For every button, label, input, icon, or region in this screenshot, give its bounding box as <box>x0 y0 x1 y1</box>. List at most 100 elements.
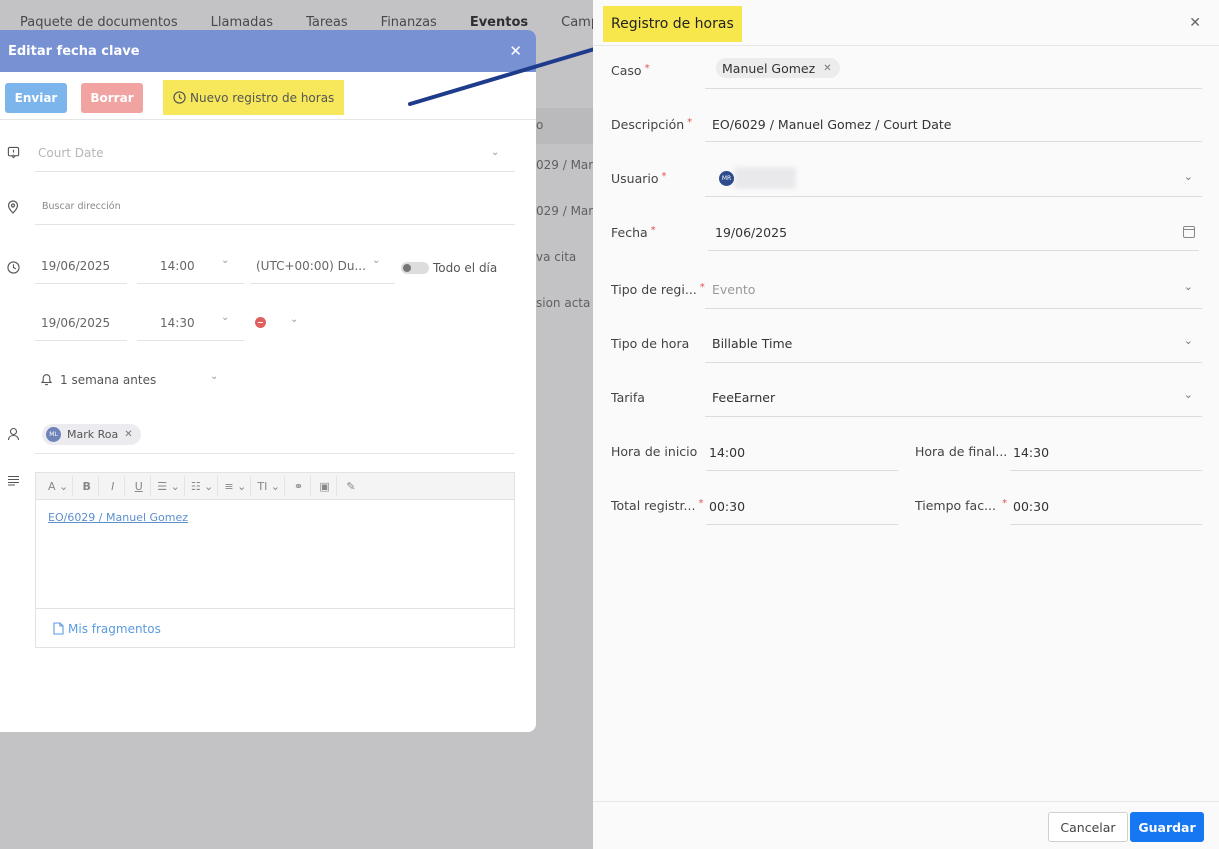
field-underline <box>137 283 244 284</box>
cancel-button[interactable]: Cancelar <box>1048 812 1128 842</box>
eraser-icon[interactable]: ✎ <box>339 476 363 496</box>
snippets-label: Mis fragmentos <box>68 621 161 636</box>
field-underline <box>705 416 1202 417</box>
text-align-icon <box>5 472 21 488</box>
reminder-select[interactable]: 1 semana antes <box>60 373 156 387</box>
panel-title: Registro de horas <box>603 6 742 42</box>
field-underline <box>250 283 395 284</box>
date-input[interactable]: 19/06/2025 <box>715 225 787 240</box>
field-underline <box>35 171 515 172</box>
chevron-down-icon[interactable]: ⌄ <box>372 255 380 266</box>
calendar-icon[interactable] <box>1183 226 1195 238</box>
field-underline <box>706 470 898 471</box>
attendee-name: Mark Roa <box>67 428 119 441</box>
save-button[interactable]: Guardar <box>1130 812 1204 842</box>
panel-footer: Cancelar Guardar <box>593 801 1219 849</box>
field-underline <box>705 141 1202 142</box>
close-icon[interactable]: ✕ <box>823 63 831 74</box>
all-day-toggle[interactable] <box>401 262 429 274</box>
description-label: Descripción * <box>611 117 693 132</box>
timezone-select[interactable]: (UTC+00:00) Du... <box>256 259 366 273</box>
chevron-down-icon[interactable]: ⌄ <box>290 314 298 325</box>
start-date-input[interactable]: 19/06/2025 <box>41 259 110 273</box>
end-hour-input[interactable]: 14:30 <box>1013 445 1049 460</box>
delete-button[interactable]: Borrar <box>81 82 143 113</box>
bold-button[interactable]: B <box>75 476 100 496</box>
chevron-down-icon[interactable]: ⌄ <box>221 255 229 266</box>
field-underline <box>1010 524 1202 525</box>
total-entry-label: Total registr... * <box>611 498 704 513</box>
entry-type-select[interactable]: Evento <box>712 282 755 297</box>
modal-toolbar: Enviar Borrar Nuevo registro de horas <box>5 80 345 115</box>
description-input[interactable]: EO/6029 / Manuel Gomez / Court Date <box>712 117 951 132</box>
case-chip[interactable]: Manuel Gomez ✕ <box>716 58 840 78</box>
document-icon <box>53 622 64 635</box>
entry-type-label: Tipo de regi... * <box>611 282 705 297</box>
align-icon[interactable]: ≡ ⌄ <box>220 476 252 496</box>
italic-button[interactable]: I <box>101 476 126 496</box>
chevron-down-icon[interactable]: ⌄ <box>1184 334 1193 347</box>
case-label: Caso * <box>611 63 650 78</box>
hour-type-label: Tipo de hora <box>611 336 690 351</box>
field-underline <box>705 308 1202 309</box>
time-entry-panel: Registro de horas ✕ Caso * Manuel Gomez ✕… <box>593 0 1219 849</box>
chevron-down-icon[interactable]: ⌄ <box>1184 170 1193 183</box>
send-button[interactable]: Enviar <box>5 82 67 113</box>
chevron-down-icon[interactable]: ⌄ <box>491 147 499 158</box>
chevron-down-icon[interactable]: ⌄ <box>221 312 229 323</box>
underline-button[interactable]: U <box>127 476 152 496</box>
start-hour-label: Hora de inicio <box>611 444 698 459</box>
chevron-down-icon[interactable]: ⌄ <box>210 371 218 382</box>
field-underline <box>35 453 515 454</box>
case-value: Manuel Gomez <box>722 60 816 76</box>
editor-link[interactable]: EO/6029 / Manuel Gomez <box>48 511 188 524</box>
attendee-chip[interactable]: ML Mark Roa ✕ <box>42 424 141 445</box>
bell-icon <box>38 371 54 387</box>
panel-header: Registro de horas ✕ <box>593 0 1219 46</box>
font-color-button[interactable]: A ⌄ <box>44 476 74 496</box>
total-entry-input[interactable]: 00:30 <box>709 499 745 514</box>
user-select[interactable] <box>705 196 1202 197</box>
bullet-list-icon[interactable]: ☷ ⌄ <box>187 476 219 496</box>
text-size-button[interactable]: TI ⌄ <box>253 476 286 496</box>
date-label: Fecha * <box>611 225 656 240</box>
avatar: MR <box>719 171 734 186</box>
billable-time-input[interactable]: 00:30 <box>1013 499 1049 514</box>
field-underline <box>35 224 515 225</box>
chevron-down-icon[interactable]: ⌄ <box>1184 280 1193 293</box>
rate-select[interactable]: FeeEarner <box>712 390 775 405</box>
image-icon[interactable]: ▣ <box>313 476 338 496</box>
new-time-entry-button[interactable]: Nuevo registro de horas <box>163 80 345 115</box>
close-icon[interactable]: ✕ <box>1189 15 1201 31</box>
link-icon[interactable]: ⚭ <box>287 476 312 496</box>
event-type-select[interactable]: Court Date <box>38 146 103 160</box>
end-date-input[interactable]: 19/06/2025 <box>41 316 110 330</box>
location-pin-icon <box>5 199 21 215</box>
field-underline <box>35 340 127 341</box>
field-underline <box>705 88 1202 89</box>
field-underline <box>708 250 1199 251</box>
snippets-link[interactable]: Mis fragmentos <box>36 608 514 648</box>
avatar: ML <box>46 427 61 442</box>
user-icon <box>5 426 21 442</box>
ordered-list-icon[interactable]: ☰ ⌄ <box>153 476 185 496</box>
field-underline <box>35 283 127 284</box>
start-time-select[interactable]: 14:00 <box>160 259 195 273</box>
chevron-down-icon[interactable]: ⌄ <box>1184 388 1193 401</box>
all-day-label: Todo el día <box>433 261 498 275</box>
edit-key-date-modal: Editar fecha clave ✕ Enviar Borrar Nuevo… <box>0 30 536 732</box>
field-underline <box>706 524 898 525</box>
hour-type-select[interactable]: Billable Time <box>712 336 792 351</box>
modal-title: Editar fecha clave <box>8 43 140 59</box>
new-time-entry-label: Nuevo registro de horas <box>190 90 335 105</box>
remove-circle-icon[interactable] <box>255 317 266 328</box>
editor-body[interactable]: EO/6029 / Manuel Gomez <box>36 500 514 608</box>
close-icon[interactable]: ✕ <box>124 429 132 440</box>
rich-text-editor: A ⌄ B I U ☰ ⌄ ☷ ⌄ ≡ ⌄ TI ⌄ ⚭ ▣ ✎ EO/6029… <box>35 472 515 648</box>
end-time-select[interactable]: 14:30 <box>160 316 195 330</box>
info-icon <box>5 144 21 160</box>
start-hour-input[interactable]: 14:00 <box>709 445 745 460</box>
field-underline <box>705 362 1202 363</box>
blurred-user-name <box>734 167 796 189</box>
address-search-input[interactable]: Buscar dirección <box>42 201 121 212</box>
